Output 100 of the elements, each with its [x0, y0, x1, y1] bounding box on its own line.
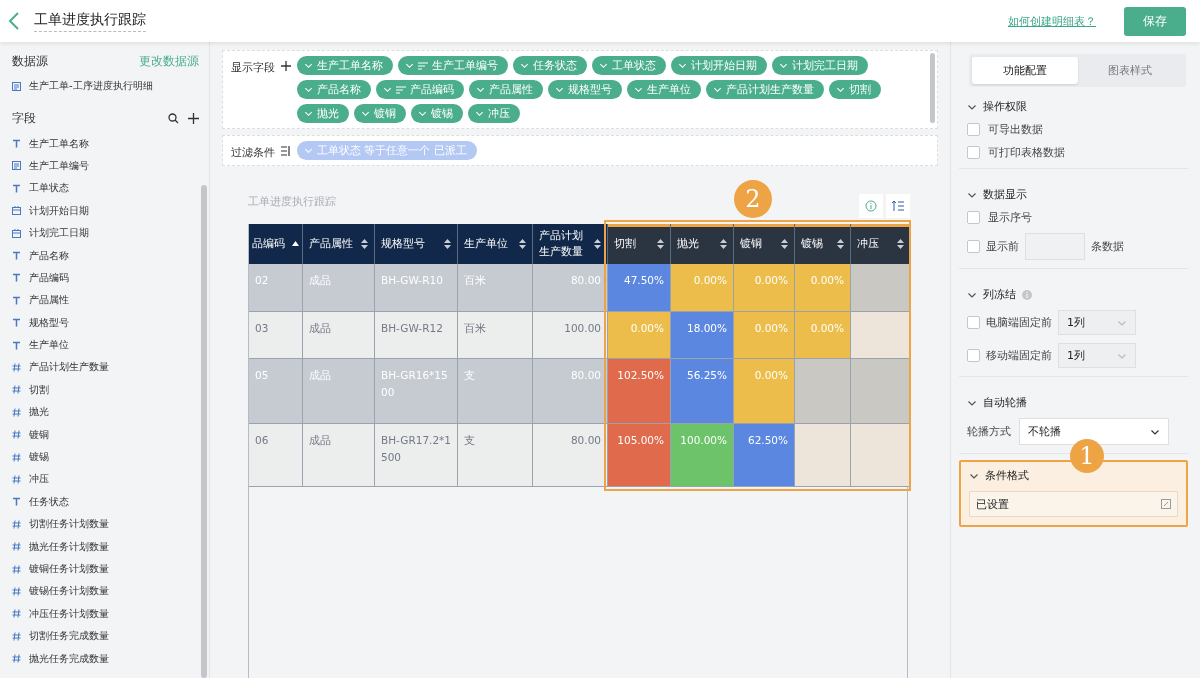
field-item[interactable]: 生产工单编号 — [29, 158, 89, 173]
table-title: 工单进度执行跟踪 — [248, 194, 336, 209]
sort-icon[interactable] — [594, 239, 601, 249]
column-header[interactable]: 产品属性 — [303, 224, 375, 264]
sort-ascending-icon[interactable] — [292, 240, 299, 248]
field-item[interactable]: 产品名称 — [29, 248, 69, 263]
chevron-down-icon — [678, 61, 687, 70]
field-item[interactable]: 切割任务计划数量 — [29, 517, 109, 532]
page-title[interactable]: 工单进度执行跟踪 — [34, 10, 146, 32]
field-item[interactable]: 冲压 — [29, 472, 49, 487]
edit-icon[interactable] — [1161, 499, 1171, 509]
chevron-down-icon — [520, 61, 529, 70]
scrollbar[interactable] — [201, 185, 207, 678]
field-item[interactable]: 计划开始日期 — [29, 203, 89, 218]
column-header[interactable]: 镀锡 — [795, 224, 851, 264]
chevron-down-icon — [555, 85, 564, 94]
field-item[interactable]: 任务状态 — [29, 494, 69, 509]
column-header[interactable]: 生产单位 — [458, 224, 533, 264]
checkbox[interactable] — [967, 146, 980, 159]
checkbox[interactable] — [967, 123, 980, 136]
table-cell: BH-GW-R12 — [375, 312, 458, 359]
scrollbar[interactable] — [930, 53, 935, 123]
column-select[interactable]: 1列 — [1058, 310, 1136, 335]
table-cell: 80.00 — [533, 264, 608, 312]
filter-label: 过滤条件 — [231, 145, 275, 160]
table-cell: 102.50% — [608, 359, 671, 424]
carousel-select[interactable]: 不轮播 — [1019, 418, 1169, 445]
column-header[interactable]: 抛光 — [671, 224, 734, 264]
field-item[interactable]: 生产单位 — [29, 338, 69, 353]
sort-icon[interactable] — [837, 239, 844, 249]
add-icon[interactable] — [281, 61, 291, 71]
checkbox[interactable] — [967, 211, 980, 224]
section-title: 数据显示 — [983, 187, 1027, 202]
option-label: 显示前 — [986, 239, 1019, 254]
sort-icon[interactable] — [519, 239, 526, 249]
hash-icon — [12, 430, 21, 440]
column-header[interactable]: 品编码 — [249, 224, 303, 264]
chevron-down-icon — [599, 61, 608, 70]
search-icon[interactable] — [168, 113, 179, 125]
filter-icon[interactable] — [281, 146, 291, 156]
table-cell: 03 — [249, 312, 303, 359]
field-item[interactable]: 规格型号 — [29, 315, 69, 330]
table-cell: 80.00 — [533, 359, 608, 424]
column-header[interactable]: 冲压 — [851, 224, 911, 264]
table-cell: 62.50% — [734, 424, 795, 487]
chevron-down-icon — [475, 109, 484, 118]
table-cell: 105.00% — [608, 424, 671, 487]
text-type-icon — [12, 295, 21, 305]
hash-icon — [12, 474, 21, 484]
field-item[interactable]: 切割任务完成数量 — [29, 629, 109, 644]
sort-lines-icon — [396, 85, 406, 94]
option-label: 移动端固定前 — [986, 348, 1052, 363]
table-cell: 100.00 — [533, 312, 608, 359]
calendar-icon — [12, 228, 21, 238]
sort-icon[interactable] — [657, 239, 664, 249]
hash-icon — [12, 407, 21, 417]
sort-icon[interactable] — [892, 200, 904, 212]
field-item[interactable]: 产品编码 — [29, 270, 69, 285]
checkbox[interactable] — [967, 240, 980, 253]
field-item[interactable]: 产品属性 — [29, 293, 69, 308]
column-header[interactable]: 规格型号 — [375, 224, 458, 264]
config-tab[interactable]: 图表样式 — [1077, 57, 1183, 84]
column-select[interactable]: 1列 — [1058, 343, 1136, 368]
config-tab[interactable]: 功能配置 — [972, 57, 1078, 84]
field-item[interactable]: 计划完工日期 — [29, 226, 89, 241]
sort-icon[interactable] — [444, 239, 451, 249]
column-header[interactable]: 产品计划生产数量 — [533, 224, 608, 264]
sort-icon[interactable] — [781, 239, 788, 249]
table-cell: 05 — [249, 359, 303, 424]
sort-icon[interactable] — [720, 239, 727, 249]
table-cell: 0.00% — [795, 264, 851, 312]
field-item[interactable]: 抛光 — [29, 405, 49, 420]
column-header[interactable]: 镀铜 — [734, 224, 795, 264]
checkbox[interactable] — [967, 316, 980, 329]
table-cell: 56.25% — [671, 359, 734, 424]
section-title: 自动轮播 — [983, 395, 1027, 410]
field-item[interactable]: 镀铜 — [29, 427, 49, 442]
sort-icon[interactable] — [897, 239, 904, 249]
back-icon[interactable] — [8, 11, 20, 31]
field-item[interactable]: 镀锡 — [29, 450, 49, 465]
field-item[interactable]: 工单状态 — [29, 181, 69, 196]
field-item[interactable]: 抛光任务计划数量 — [29, 539, 109, 554]
table-cell: 成品 — [303, 424, 375, 487]
hash-icon — [12, 631, 21, 641]
field-item[interactable]: 产品计划生产数量 — [29, 360, 109, 375]
field-item[interactable]: 镀铜任务计划数量 — [29, 562, 109, 576]
add-icon[interactable] — [188, 113, 199, 125]
field-item[interactable]: 冲压任务计划数量 — [29, 606, 109, 621]
sort-icon[interactable] — [361, 239, 368, 249]
column-header[interactable]: 切割 — [608, 224, 671, 264]
field-item[interactable]: 镀锡任务计划数量 — [29, 584, 109, 599]
condition-status[interactable]: 已设置 — [969, 491, 1178, 517]
data-source-name[interactable]: 生产工单-工序进度执行明细 — [29, 79, 153, 94]
text-type-icon — [12, 251, 21, 261]
field-item[interactable]: 切割 — [29, 382, 49, 397]
checkbox[interactable] — [967, 349, 980, 362]
table-cell: BH-GR17.2*1500 — [375, 424, 458, 487]
chevron-down-icon — [836, 85, 845, 94]
field-item[interactable]: 生产工单名称 — [29, 136, 89, 151]
field-item[interactable]: 抛光任务完成数量 — [29, 651, 109, 666]
